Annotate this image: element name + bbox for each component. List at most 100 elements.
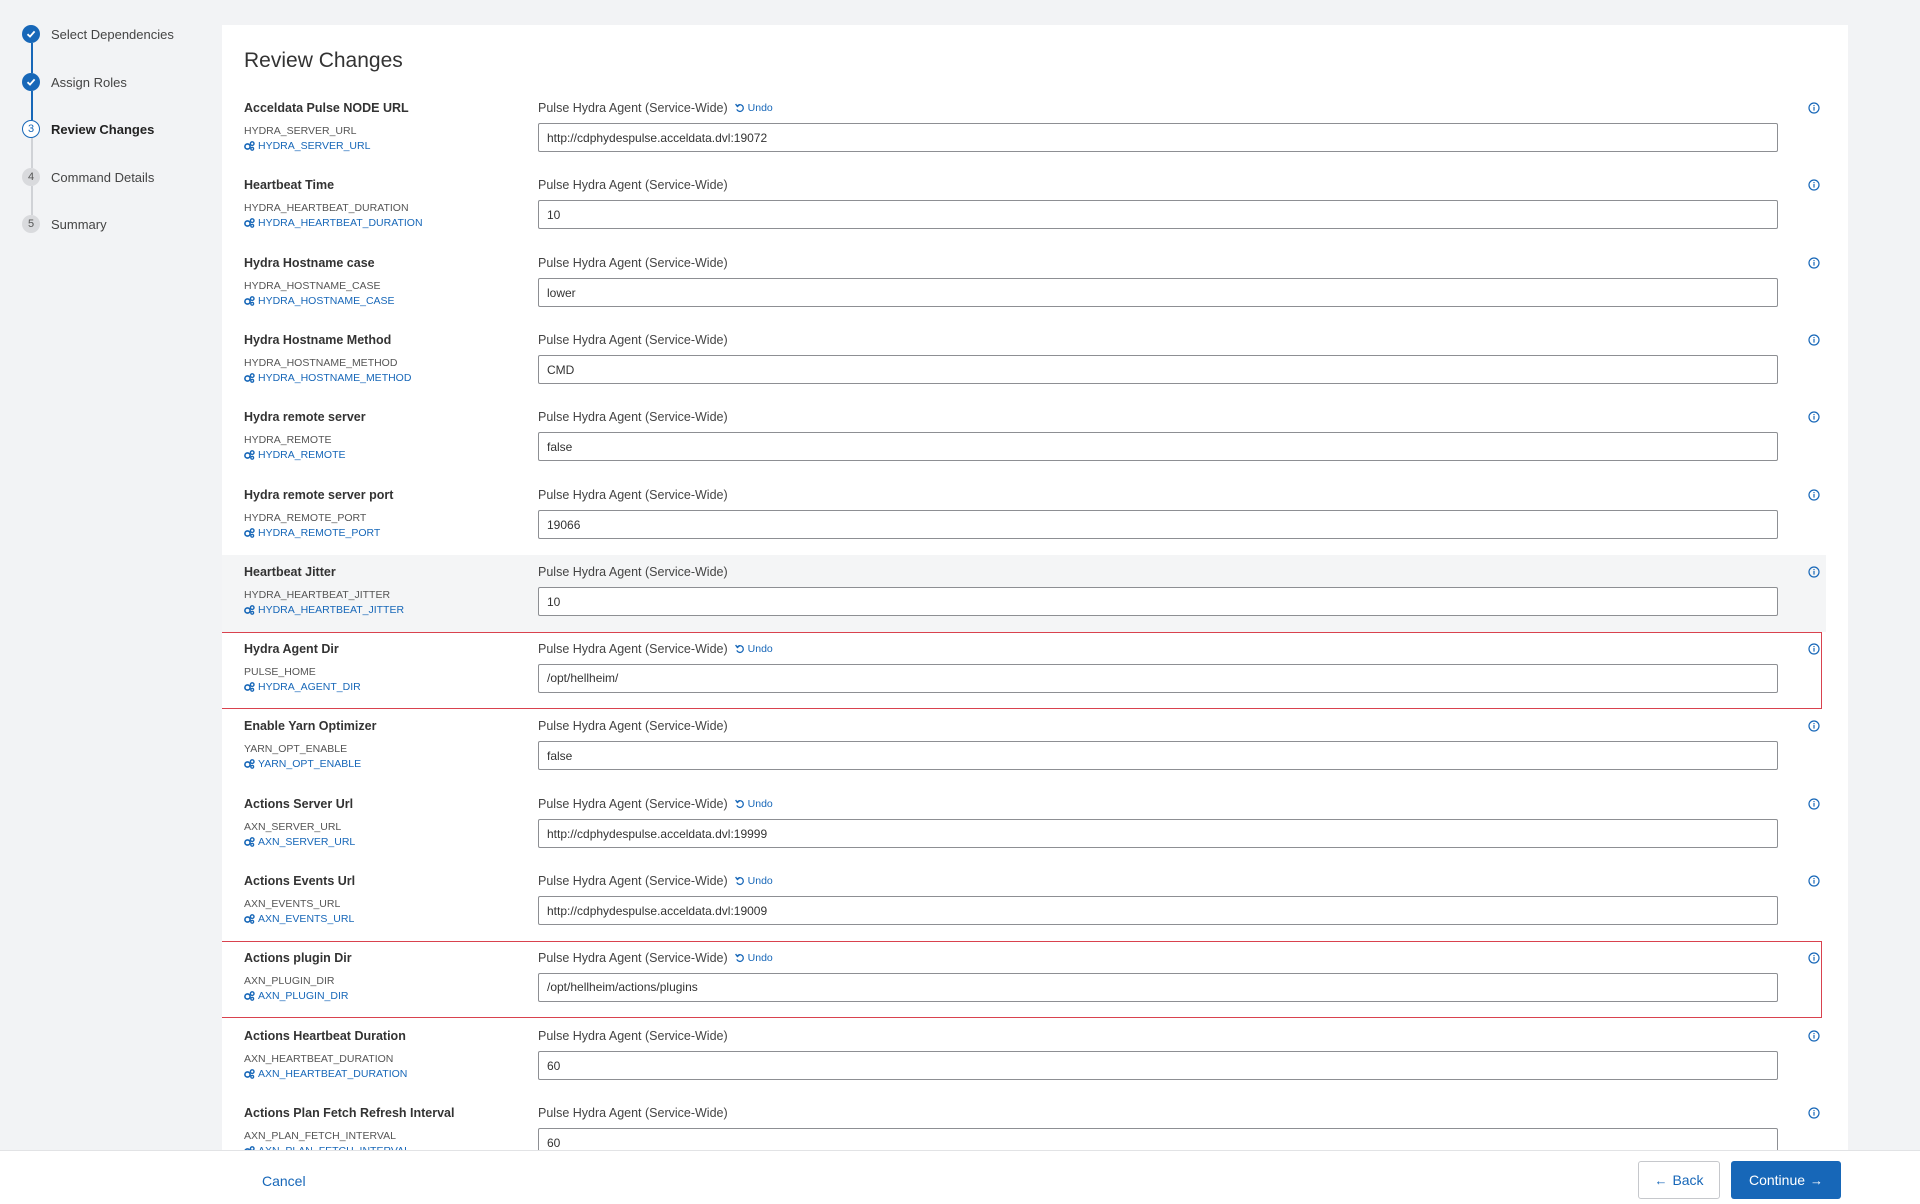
property-key: PULSE_HOME	[244, 665, 316, 678]
undo-icon	[734, 799, 748, 809]
property-value-input[interactable]	[538, 355, 1778, 384]
property-link-label: AXN_EVENTS_URL	[258, 913, 355, 925]
property-value-input[interactable]	[538, 432, 1778, 461]
property-name: Actions plugin Dir	[244, 950, 352, 965]
property-key: HYDRA_SERVER_URL	[244, 125, 357, 137]
property-link-label: AXN_SERVER_URL	[258, 836, 356, 848]
info-icon[interactable]	[1808, 874, 1820, 887]
property-key: HYDRA_REMOTE	[244, 434, 332, 446]
undo-label: Undo	[747, 951, 773, 964]
property-value-input[interactable]	[538, 896, 1778, 925]
back-button[interactable]: ← Back	[1638, 1161, 1720, 1199]
info-icon[interactable]	[1808, 951, 1820, 964]
property-link-label: HYDRA_HOSTNAME_METHOD	[258, 372, 412, 384]
arrow-left-icon: ←	[1654, 1172, 1668, 1188]
property-link-label: HYDRA_AGENT_DIR	[258, 680, 361, 693]
undo-label: Undo	[747, 875, 773, 887]
property-link-label: AXN_PLUGIN_DIR	[258, 989, 349, 1002]
property-config-link[interactable]: AXN_HEARTBEAT_DURATION	[244, 1068, 407, 1080]
property-value-input[interactable]	[538, 972, 1778, 1002]
property-scope: Pulse Hydra Agent (Service-Wide) Undo	[538, 874, 773, 888]
property-scope-label: Pulse Hydra Agent (Service-Wide)	[538, 950, 728, 965]
step-label: Review Changes	[51, 121, 155, 137]
property-link-label: HYDRA_HOSTNAME_CASE	[258, 295, 395, 307]
property-value-input[interactable]	[538, 819, 1778, 848]
property-scope: Pulse Hydra Agent (Service-Wide)	[538, 1029, 728, 1043]
property-config-link[interactable]: YARN_OPT_ENABLE	[244, 758, 361, 770]
info-icon[interactable]	[1808, 1029, 1820, 1042]
property-key: HYDRA_HOSTNAME_METHOD	[244, 357, 398, 369]
info-icon[interactable]	[1808, 719, 1820, 732]
undo-button[interactable]: Undo	[734, 951, 773, 964]
property-config-link[interactable]: HYDRA_REMOTE_PORT	[244, 527, 380, 539]
undo-icon	[734, 953, 748, 963]
info-icon[interactable]	[1808, 178, 1820, 191]
property-key: HYDRA_HOSTNAME_CASE	[244, 280, 381, 292]
property-config-link[interactable]: HYDRA_HOSTNAME_METHOD	[244, 372, 411, 384]
property-name: Actions Heartbeat Duration	[244, 1029, 406, 1043]
property-key: AXN_PLAN_FETCH_INTERVAL	[244, 1130, 396, 1142]
step-1[interactable]: Select Dependencies	[22, 23, 174, 45]
property-key: HYDRA_REMOTE_PORT	[244, 512, 367, 524]
info-icon[interactable]	[1808, 642, 1820, 655]
property-value-input[interactable]	[538, 587, 1778, 616]
property-scope-label: Pulse Hydra Agent (Service-Wide)	[538, 1106, 728, 1120]
undo-button[interactable]: Undo	[734, 643, 773, 655]
property-scope-label: Pulse Hydra Agent (Service-Wide)	[538, 333, 728, 347]
property-config-link[interactable]: HYDRA_SERVER_URL	[244, 140, 370, 152]
property-key: AXN_HEARTBEAT_DURATION	[244, 1053, 394, 1065]
property-value-input[interactable]	[538, 123, 1778, 152]
property-name: Heartbeat Time	[244, 178, 335, 192]
info-icon[interactable]	[1808, 488, 1820, 501]
info-icon[interactable]	[1808, 565, 1820, 578]
property-name: Hydra remote server	[244, 410, 366, 424]
property-config-link[interactable]: HYDRA_HEARTBEAT_DURATION	[244, 217, 423, 229]
property-config-link[interactable]: HYDRA_AGENT_DIR	[244, 681, 361, 693]
undo-button[interactable]: Undo	[734, 875, 773, 887]
property-config-link[interactable]: HYDRA_REMOTE	[244, 449, 346, 461]
step-5: 5 Summary	[22, 213, 107, 235]
property-name: Hydra Hostname Method	[244, 333, 392, 347]
back-button-label: Back	[1672, 1172, 1704, 1188]
step-number: 3	[22, 120, 40, 138]
info-icon[interactable]	[1808, 1106, 1820, 1119]
property-row: Actions Events Url AXN_EVENTS_URL AXN_EVEN…	[222, 864, 1826, 941]
property-key: AXN_EVENTS_URL	[244, 898, 341, 910]
cogs-icon	[244, 914, 258, 924]
step-2[interactable]: Assign Roles	[22, 71, 127, 93]
property-value-input[interactable]	[538, 200, 1778, 229]
property-config-link[interactable]: HYDRA_HEARTBEAT_JITTER	[244, 604, 404, 616]
undo-label: Undo	[747, 798, 773, 810]
undo-button[interactable]: Undo	[734, 102, 773, 114]
property-key: AXN_PLUGIN_DIR	[244, 974, 335, 987]
property-name: Acceldata Pulse NODE URL	[244, 101, 409, 115]
property-value-input[interactable]	[538, 663, 1778, 693]
property-config-link[interactable]: AXN_PLUGIN_DIR	[244, 990, 348, 1002]
property-scope: Pulse Hydra Agent (Service-Wide)	[538, 256, 728, 270]
step-label: Assign Roles	[51, 74, 127, 90]
property-scope: Pulse Hydra Agent (Service-Wide)	[538, 565, 728, 579]
property-scope: Pulse Hydra Agent (Service-Wide)	[538, 1106, 728, 1120]
undo-button[interactable]: Undo	[734, 798, 773, 810]
info-icon[interactable]	[1808, 410, 1820, 423]
property-value-input[interactable]	[538, 510, 1778, 539]
info-icon[interactable]	[1808, 797, 1820, 810]
property-config-link[interactable]: HYDRA_HOSTNAME_CASE	[244, 295, 395, 307]
property-config-link[interactable]: AXN_EVENTS_URL	[244, 913, 354, 925]
property-value-input[interactable]	[538, 1051, 1778, 1080]
property-value-input[interactable]	[538, 1128, 1778, 1150]
page-title: Review Changes	[244, 49, 403, 72]
continue-button[interactable]: Continue →	[1731, 1161, 1841, 1199]
cancel-button[interactable]: Cancel	[262, 1173, 306, 1189]
cogs-icon	[244, 1069, 258, 1079]
info-icon[interactable]	[1808, 256, 1820, 269]
property-value-input[interactable]	[538, 278, 1778, 307]
property-value-input[interactable]	[538, 741, 1778, 770]
property-scope-label: Pulse Hydra Agent (Service-Wide)	[538, 488, 728, 502]
info-icon[interactable]	[1808, 101, 1820, 114]
property-link-label: HYDRA_HEARTBEAT_JITTER	[258, 604, 405, 616]
property-scope-label: Pulse Hydra Agent (Service-Wide)	[538, 641, 728, 656]
info-icon[interactable]	[1808, 333, 1820, 346]
property-config-link[interactable]: AXN_SERVER_URL	[244, 836, 355, 848]
cogs-icon	[244, 528, 258, 538]
